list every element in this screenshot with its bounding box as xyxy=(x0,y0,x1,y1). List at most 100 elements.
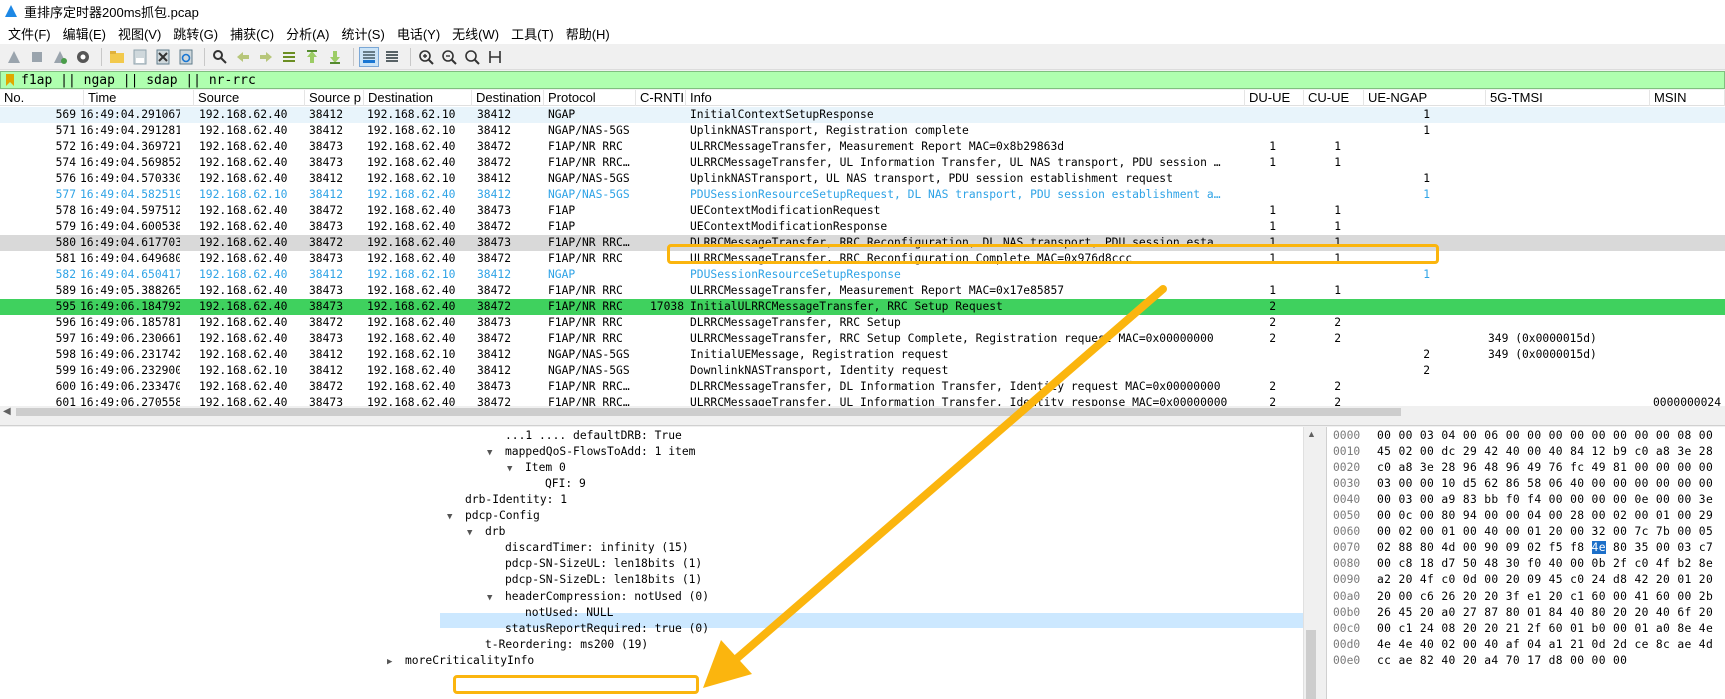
collapse-toggle-icon[interactable]: ▶ xyxy=(387,655,399,670)
bookmark-icon[interactable] xyxy=(5,74,15,86)
packet-row[interactable]: 582 16:49:04.650417 192.168.62.40 38412 192.… xyxy=(0,267,1725,283)
hex-bytes[interactable]: 03 00 00 10 d5 62 86 58 06 40 00 00 00 0… xyxy=(1377,477,1713,492)
display-filter-bar[interactable]: f1ap || ngap || sdap || nr-rrc xyxy=(0,71,1725,89)
last-packet-button[interactable] xyxy=(325,47,345,67)
packet-bytes-pane[interactable]: 0000 00 00 03 04 00 06 00 00 00 00 00 00 … xyxy=(1326,427,1725,699)
expand-toggle-icon[interactable]: ▼ xyxy=(487,446,499,461)
hex-bytes[interactable]: 00 00 03 04 00 06 00 00 00 00 00 00 00 0… xyxy=(1377,429,1713,444)
colorize-button[interactable] xyxy=(382,47,402,67)
packet-row[interactable]: 581 16:49:04.649680 192.168.62.40 38473 192.… xyxy=(0,251,1725,267)
menu-item-3[interactable]: 跳转(G) xyxy=(169,24,226,43)
options-gear-button[interactable] xyxy=(73,47,93,67)
column-header-1[interactable]: Time xyxy=(84,90,194,106)
detail-row[interactable]: pdcp-SN-SizeUL: len18bits (1) xyxy=(505,557,702,572)
packet-row[interactable]: 577 16:49:04.582519 192.168.62.10 38412 192.… xyxy=(0,187,1725,203)
column-header-12[interactable]: 5G-TMSI xyxy=(1486,90,1650,106)
details-vertical-scrollbar[interactable]: ▲ xyxy=(1303,427,1318,699)
packet-details-tree[interactable]: ...1 .... defaultDRB: True ▼ mappedQoS-Flo… xyxy=(0,427,1305,699)
packet-row[interactable]: 595 16:49:06.184792 192.168.62.40 38473 192.… xyxy=(0,299,1725,315)
zoom-in-button[interactable] xyxy=(416,47,436,67)
packet-row[interactable]: 576 16:49:04.570330 192.168.62.40 38412 192.… xyxy=(0,171,1725,187)
detail-row[interactable]: ...1 .... defaultDRB: True xyxy=(505,429,682,444)
column-header-9[interactable]: DU-UE xyxy=(1245,90,1304,106)
display-filter-input[interactable]: f1ap || ngap || sdap || nr-rrc xyxy=(21,73,256,88)
expand-toggle-icon[interactable]: ▼ xyxy=(467,526,479,541)
zoom-normal-button[interactable] xyxy=(462,47,482,67)
go-to-packet-button[interactable] xyxy=(279,47,299,67)
packet-row[interactable]: 601 16:49:06.270558 192.168.62.40 38473 192.… xyxy=(0,395,1725,406)
packet-row[interactable]: 578 16:49:04.597512 192.168.62.40 38472 192.… xyxy=(0,203,1725,219)
hex-bytes[interactable]: cc ae 82 40 20 a4 70 17 d8 00 00 00 xyxy=(1377,654,1627,669)
packet-row[interactable]: 597 16:49:06.230661 192.168.62.40 38473 192.… xyxy=(0,331,1725,347)
detail-row[interactable]: ▼ drb xyxy=(467,525,505,540)
resize-columns-button[interactable] xyxy=(485,47,505,67)
column-header-10[interactable]: CU-UE xyxy=(1304,90,1364,106)
menu-item-4[interactable]: 捕获(C) xyxy=(226,24,282,43)
detail-row[interactable]: discardTimer: infinity (15) xyxy=(505,541,689,556)
packet-row[interactable]: 589 16:49:05.388265 192.168.62.40 38473 192.… xyxy=(0,283,1725,299)
packet-row[interactable]: 574 16:49:04.569852 192.168.62.40 38473 192.… xyxy=(0,155,1725,171)
hex-bytes[interactable]: 26 45 20 a0 27 87 80 01 84 40 80 20 20 4… xyxy=(1377,606,1713,621)
hex-bytes[interactable]: a2 20 4f c0 0d 00 20 09 45 c0 24 d8 42 2… xyxy=(1377,573,1713,588)
hex-bytes[interactable]: 20 00 c6 26 20 20 3f e1 20 c1 60 00 41 6… xyxy=(1377,590,1713,605)
menu-item-6[interactable]: 统计(S) xyxy=(337,24,392,43)
scroll-left-icon[interactable]: ◀ xyxy=(3,406,11,418)
pane-splitter[interactable] xyxy=(0,418,1725,426)
back-arrow-button[interactable] xyxy=(233,47,253,67)
hex-bytes[interactable]: 00 c8 18 d7 50 48 30 f0 40 00 0b 2f c0 4… xyxy=(1377,557,1713,572)
autoscroll-button[interactable] xyxy=(359,46,379,67)
hex-bytes[interactable]: 00 03 00 a9 83 bb f0 f4 00 00 00 00 0e 0… xyxy=(1377,493,1713,508)
column-header-7[interactable]: C-RNTI xyxy=(636,90,686,106)
menu-item-7[interactable]: 电话(Y) xyxy=(393,24,448,43)
detail-row[interactable]: pdcp-SN-SizeDL: len18bits (1) xyxy=(505,573,702,588)
detail-row[interactable]: QFI: 9 xyxy=(545,477,586,492)
expand-toggle-icon[interactable]: ▼ xyxy=(507,462,519,477)
column-header-5[interactable]: Destination xyxy=(472,90,544,106)
restart-button[interactable] xyxy=(50,47,70,67)
expand-toggle-icon[interactable]: ▼ xyxy=(487,591,499,606)
column-header-6[interactable]: Protocol xyxy=(544,90,636,106)
detail-row[interactable]: t-Reordering: ms200 (19) xyxy=(485,638,648,653)
scroll-up-icon[interactable]: ▲ xyxy=(1307,429,1316,439)
menu-item-8[interactable]: 无线(W) xyxy=(448,24,507,43)
packet-row[interactable]: 599 16:49:06.232900 192.168.62.10 38412 192.… xyxy=(0,363,1725,379)
packet-row[interactable]: 598 16:49:06.231742 192.168.62.40 38412 192.… xyxy=(0,347,1725,363)
detail-row[interactable]: ▼ mappedQoS-FlowsToAdd: 1 item xyxy=(487,445,695,460)
scrollbar-thumb[interactable] xyxy=(1306,630,1316,699)
find-button[interactable] xyxy=(210,47,230,67)
first-packet-button[interactable] xyxy=(302,47,322,67)
hex-bytes[interactable]: 00 02 00 01 00 40 00 01 20 00 32 00 7c 7… xyxy=(1377,525,1713,540)
save-button[interactable] xyxy=(130,47,150,67)
shark-fin-start-button[interactable] xyxy=(4,47,24,67)
packet-row[interactable]: 596 16:49:06.185781 192.168.62.40 38472 192.… xyxy=(0,315,1725,331)
close-file-button[interactable] xyxy=(153,47,173,67)
zoom-out-button[interactable] xyxy=(439,47,459,67)
open-folder-button[interactable] xyxy=(107,47,127,67)
detail-row[interactable]: statusReportRequired: true (0) xyxy=(505,622,709,637)
packet-row[interactable]: 579 16:49:04.600538 192.168.62.40 38473 192.… xyxy=(0,219,1725,235)
detail-row[interactable]: notUsed: NULL xyxy=(525,606,613,621)
column-header-0[interactable]: No. xyxy=(0,90,84,106)
column-header-3[interactable]: Source p xyxy=(305,90,364,106)
menu-item-9[interactable]: 工具(T) xyxy=(507,24,562,43)
column-header-4[interactable]: Destination xyxy=(364,90,472,106)
column-header-13[interactable]: MSIN xyxy=(1650,90,1725,106)
detail-row[interactable]: drb-Identity: 1 xyxy=(465,493,567,508)
menu-item-5[interactable]: 分析(A) xyxy=(282,24,337,43)
detail-row[interactable]: ▼ pdcp-Config xyxy=(447,509,540,524)
menu-item-1[interactable]: 编辑(E) xyxy=(59,24,114,43)
detail-row[interactable]: ▶ moreCriticalityInfo xyxy=(387,654,534,669)
reload-button[interactable] xyxy=(176,47,196,67)
menu-item-0[interactable]: 文件(F) xyxy=(4,24,59,43)
packet-row[interactable]: 580 16:49:04.617703 192.168.62.40 38472 192.… xyxy=(0,235,1725,251)
stop-button[interactable] xyxy=(27,47,47,67)
packet-list-horizontal-scrollbar[interactable]: ◀ xyxy=(0,406,1725,418)
expand-toggle-icon[interactable]: ▼ xyxy=(447,510,459,525)
hex-bytes[interactable]: 00 0c 00 80 94 00 00 04 00 28 00 02 00 0… xyxy=(1377,509,1713,524)
hex-bytes[interactable]: 02 88 80 4d 00 90 09 02 f5 f8 4e 80 35 0… xyxy=(1377,541,1713,556)
packet-row[interactable]: 571 16:49:04.291281 192.168.62.40 38412 192.… xyxy=(0,123,1725,139)
hex-bytes[interactable]: 4e 4e 40 02 00 40 af 04 a1 21 0d 2d ce 8… xyxy=(1377,638,1713,653)
scrollbar-thumb[interactable] xyxy=(16,408,1401,416)
packet-row[interactable]: 572 16:49:04.369721 192.168.62.40 38473 192.… xyxy=(0,139,1725,155)
hex-bytes[interactable]: c0 a8 3e 28 96 48 96 49 76 fc 49 81 00 0… xyxy=(1377,461,1713,476)
